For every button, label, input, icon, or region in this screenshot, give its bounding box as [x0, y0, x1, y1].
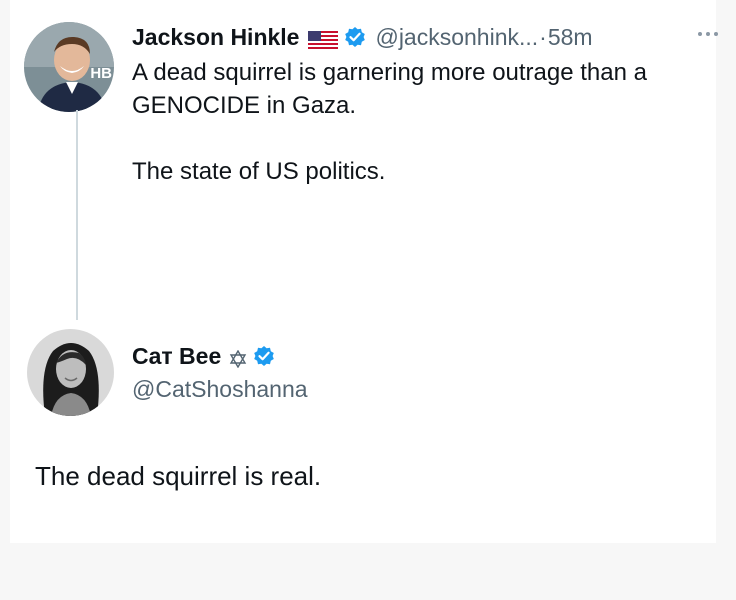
reply-author-handle[interactable]: @CatShoshanna [132, 376, 308, 403]
author-name[interactable]: Jackson Hinkle [132, 24, 299, 51]
tweet-body: A dead squirrel is garnering more outrag… [132, 56, 722, 188]
tweet-timestamp[interactable]: 58m [548, 24, 593, 51]
reply-author-avatar[interactable] [27, 329, 114, 416]
author-avatar[interactable]: HB [24, 22, 114, 112]
reply-body: The dead squirrel is real. [35, 461, 322, 491]
verified-badge-icon [253, 345, 275, 367]
verified-badge-icon [344, 26, 366, 48]
tweet-card: HB Jackson Hinkle @jacksonhink... · 58m [10, 0, 718, 543]
more-options-icon[interactable] [696, 27, 720, 41]
reply-header: Cат Bee [132, 340, 275, 372]
thread-connector-line [76, 110, 78, 320]
reply-author-name[interactable]: Cат Bee [132, 343, 221, 370]
author-handle[interactable]: @jacksonhink... [375, 24, 538, 51]
header-separator: · [539, 23, 547, 50]
us-flag-icon [308, 28, 339, 49]
star-of-david-icon [229, 347, 247, 369]
tweet-paragraph: A dead squirrel is garnering more outrag… [132, 59, 647, 119]
tweet-paragraph: The state of US politics. [132, 158, 386, 185]
tweet-header: Jackson Hinkle @jacksonhink... · 58m [132, 21, 593, 53]
avatar-badge-text: HB [90, 65, 112, 82]
